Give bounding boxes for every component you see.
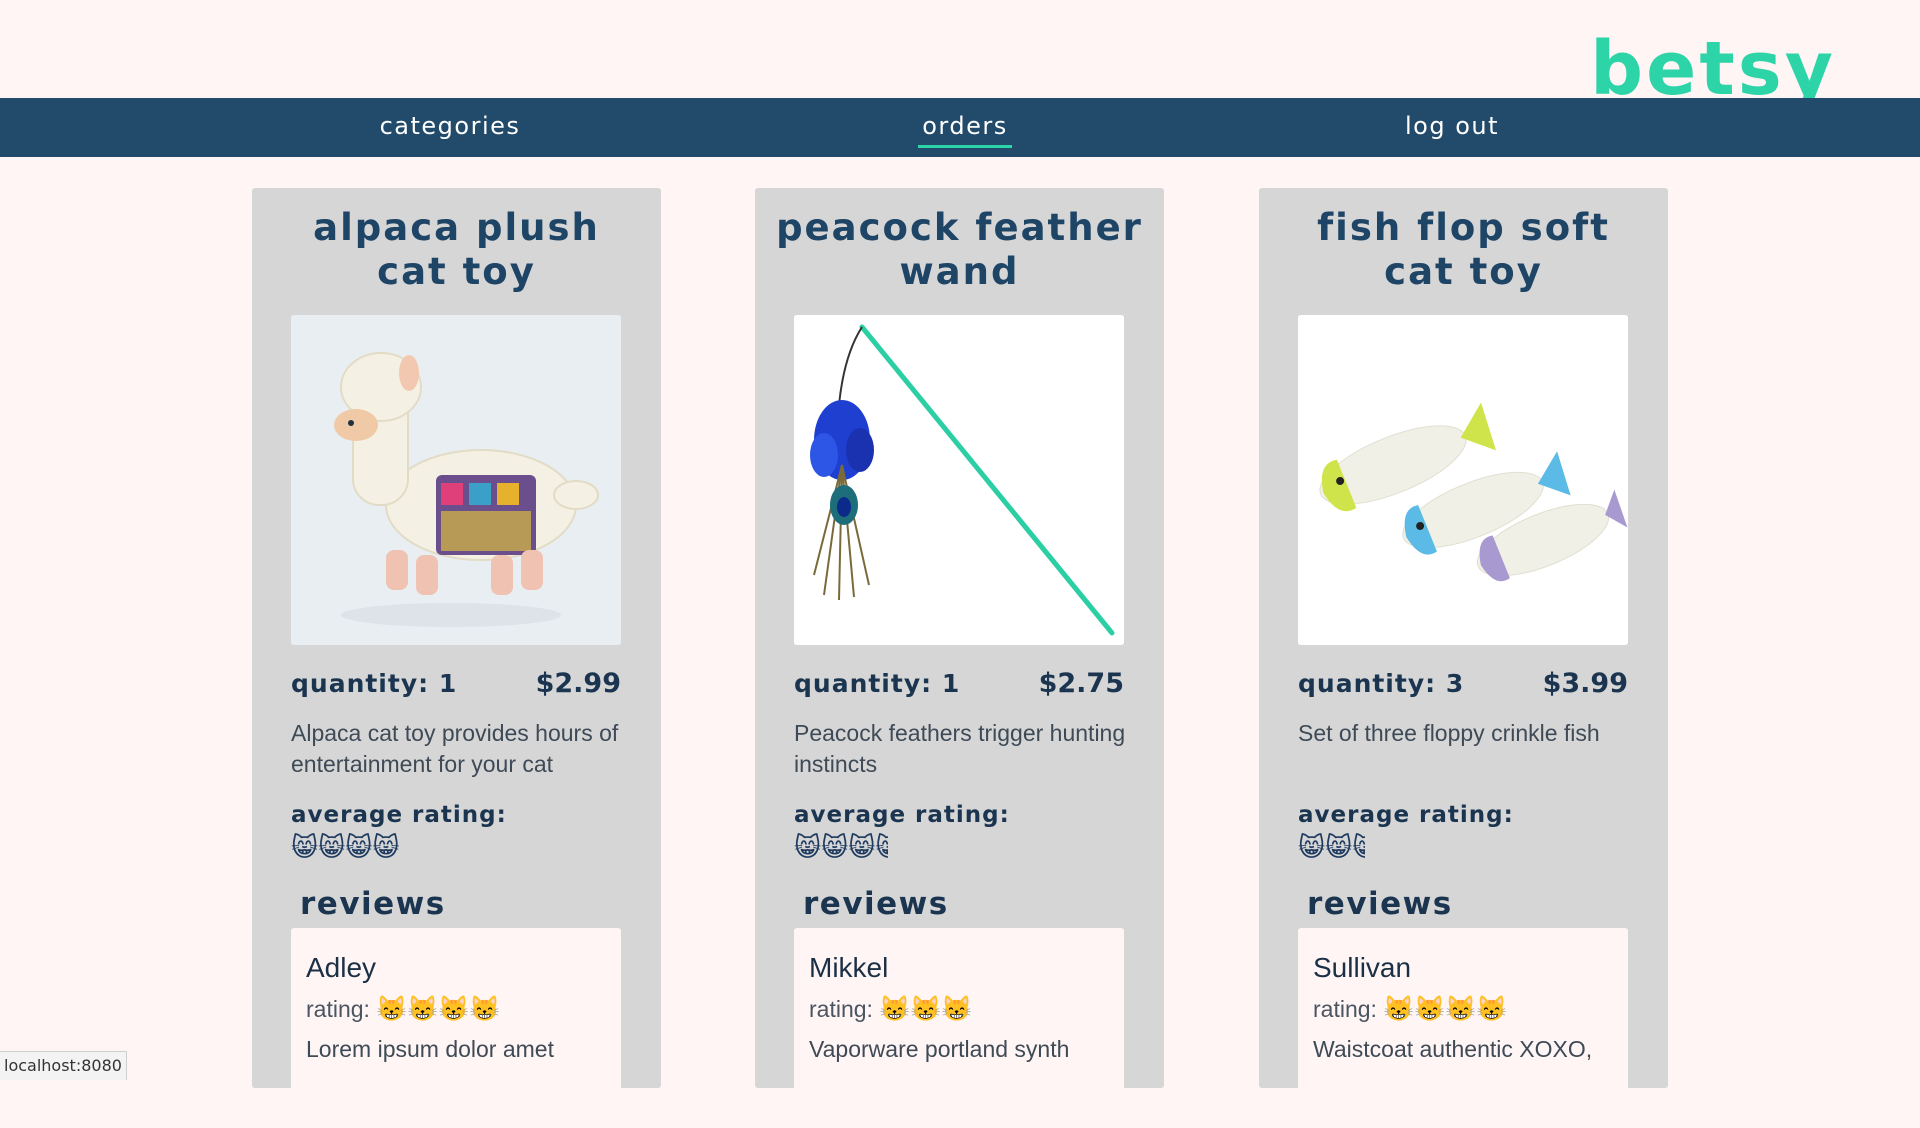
reviews-heading: reviews [1307, 886, 1453, 922]
review-rating-cat-icons: 😸😸😸😸 [1382, 995, 1508, 1023]
average-rating-full-cats: 😸😸😸 [794, 833, 876, 863]
nav-orders-label: orders [918, 112, 1012, 148]
peacock-wand-image [794, 315, 1124, 645]
review-author: Mikkel [809, 952, 889, 983]
review-rating-cat-icons: 😸😸😸 [878, 995, 973, 1023]
review-rating-label: rating: [1313, 996, 1377, 1022]
average-rating-label: average rating: [1298, 802, 1514, 828]
product-meta: quantity: 1 $2.99 [291, 668, 621, 699]
review-rating-label: rating: [306, 996, 370, 1022]
review-rating-cat-icons: 😸😸😸😸 [375, 995, 501, 1023]
review-card: Sullivan rating: 😸😸😸😸 Waistcoat authentic… [1298, 928, 1628, 1128]
average-rating-label: average rating: [794, 802, 1010, 828]
review-rating: rating: 😸😸😸 [809, 995, 972, 1024]
review-rating: rating: 😸😸😸😸 [1313, 995, 1507, 1024]
half-cat-icon: 😸 [875, 832, 888, 864]
product-meta: quantity: 1 $2.75 [794, 668, 1124, 699]
status-bar-url: localhost:8080 [0, 1051, 127, 1080]
product-price: $2.99 [535, 668, 621, 699]
average-rating-cat-icons: 😸😸😸😸 [794, 832, 888, 864]
product-quantity: quantity: 3 [1298, 669, 1465, 698]
alpaca-plush-image [291, 315, 621, 645]
product-card: alpaca plush cat toy quantity: 1 $2.99 A… [252, 188, 661, 1128]
review-rating-label: rating: [809, 996, 873, 1022]
half-cat-icon: 😸 [1352, 832, 1365, 864]
review-text: Vaporware portland synth [809, 1036, 1070, 1062]
reviews-heading: reviews [300, 886, 446, 922]
product-title[interactable]: peacock feather wand [755, 206, 1164, 294]
product-image[interactable] [291, 315, 621, 645]
product-description: Set of three floppy crinkle fish [1298, 720, 1600, 746]
nav-categories-label: categories [379, 111, 521, 140]
nav-log-out-label: log out [1404, 111, 1500, 140]
product-price: $2.75 [1038, 668, 1124, 699]
nav-categories[interactable]: categories [300, 98, 600, 157]
review-author: Sullivan [1313, 952, 1412, 983]
product-price: $3.99 [1542, 668, 1628, 699]
nav-log-out[interactable]: log out [1302, 98, 1602, 157]
review-card: Adley rating: 😸😸😸😸 Lorem ipsum dolor amet [291, 928, 621, 1128]
average-rating-label: average rating: [291, 802, 507, 828]
average-rating-cat-icons: 😸😸😸😸 [291, 833, 400, 863]
product-image[interactable] [1298, 315, 1628, 645]
review-author: Adley [306, 952, 377, 983]
review-text: Lorem ipsum dolor amet [306, 1036, 554, 1062]
product-quantity: quantity: 1 [291, 669, 458, 698]
product-quantity: quantity: 1 [794, 669, 961, 698]
review-card: Mikkel rating: 😸😸😸 Vaporware portland syn… [794, 928, 1124, 1128]
product-description: Alpaca cat toy provides hours of enterta… [291, 720, 619, 777]
average-rating-cat-icons: 😸😸😸 [1298, 832, 1365, 864]
product-meta: quantity: 3 $3.99 [1298, 668, 1628, 699]
average-rating-full-cats: 😸😸 [1298, 833, 1353, 863]
product-title[interactable]: alpaca plush cat toy [252, 206, 661, 294]
product-card: fish flop soft cat toy quantity: 3 $3.99… [1259, 188, 1668, 1128]
product-image[interactable] [794, 315, 1124, 645]
fish-toy-image [1298, 315, 1628, 645]
nav-orders[interactable]: orders [815, 98, 1115, 157]
product-description: Peacock feathers trigger hunting instinc… [794, 720, 1126, 777]
reviews-heading: reviews [803, 886, 949, 922]
review-rating: rating: 😸😸😸😸 [306, 995, 500, 1024]
review-text: Waistcoat authentic XOXO, [1313, 1036, 1593, 1062]
product-title[interactable]: fish flop soft cat toy [1259, 206, 1668, 294]
product-card: peacock feather wand quantity: 1 $2.75 P… [755, 188, 1164, 1128]
top-nav: categories orders log out [0, 98, 1920, 157]
